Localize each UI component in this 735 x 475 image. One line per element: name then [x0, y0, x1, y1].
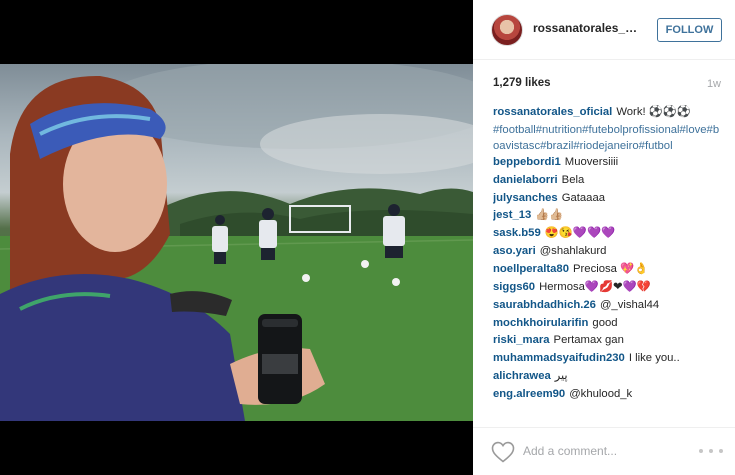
post-header: rossanatorales_oficial FOLLOW	[473, 0, 735, 60]
more-options-icon[interactable]	[699, 442, 723, 460]
follow-button[interactable]: FOLLOW	[657, 18, 722, 42]
comment-text: 👍🏼👍🏼	[535, 209, 564, 222]
more-dot	[699, 449, 703, 453]
post-details-panel: rossanatorales_oficial FOLLOW 1,279 like…	[473, 0, 735, 475]
list-item: mochkhoirularifin good	[493, 315, 725, 333]
comment-username[interactable]: siggs60	[493, 281, 535, 293]
post-media-area	[0, 0, 473, 475]
list-item: eng.alreem90 @khulood_k	[493, 386, 725, 404]
comment-username[interactable]: mochkhoirularifin	[493, 317, 588, 329]
caption-hashtags[interactable]: #football#nutrition#futebolprofissional#…	[493, 122, 725, 154]
comment-username[interactable]: saurabhdadhich.26	[493, 299, 596, 311]
comment-username[interactable]: jest_13	[493, 209, 531, 221]
comment-username[interactable]: danielaborri	[493, 174, 558, 186]
more-dot	[709, 449, 713, 453]
list-item: julysanches Gataaaa	[493, 190, 725, 208]
list-item: beppebordi1 Muoversiiii	[493, 154, 725, 172]
comment-text: Muoversiiii	[564, 155, 619, 168]
comment-text: Gataaaa	[561, 191, 606, 204]
list-item: riski_mara Pertamax gan	[493, 332, 725, 350]
comment-text: پیر	[554, 370, 568, 383]
comment-text: 😍😘💜💜💜	[544, 227, 616, 240]
comment-text: @khulood_k	[569, 387, 633, 400]
comment-text: Pertamax gan	[553, 334, 624, 347]
comment-text: I like you..	[628, 352, 680, 365]
caption-text: Work! ⚽⚽⚽	[616, 106, 691, 118]
comment-text: @_vishal44	[599, 298, 660, 311]
list-item: saurabhdadhich.26 @_vishal44	[493, 297, 725, 315]
list-item: aso.yari @shahlakurd	[493, 243, 725, 261]
list-item: siggs60 Hermosa💜💋❤💜💔	[493, 279, 725, 297]
comments-list: rossanatorales_oficial Work! ⚽⚽⚽ #footbal…	[493, 104, 725, 424]
comment-username[interactable]: noellperalta80	[493, 263, 569, 275]
post-username[interactable]: rossanatorales_oficial	[533, 21, 643, 35]
comment-username[interactable]: alichrawea	[493, 370, 551, 382]
comment-username[interactable]: muhammadsyaifudin230	[493, 352, 625, 364]
list-item: muhammadsyaifudin230 I like you..	[493, 350, 725, 368]
comment-text: Hermosa💜💋❤💜💔	[539, 280, 651, 293]
comment-text: good	[592, 316, 618, 329]
comment-text: Bela	[561, 173, 585, 186]
comment-username[interactable]: riski_mara	[493, 334, 550, 346]
list-item: alichrawea پیر	[493, 368, 725, 386]
list-item: noellperalta80 Preciosa 💖👌	[493, 261, 725, 279]
comment-username[interactable]: beppebordi1	[493, 156, 561, 168]
comment-text: Preciosa 💖👌	[572, 262, 649, 275]
more-dot	[719, 449, 723, 453]
comment-username[interactable]: eng.alreem90	[493, 388, 565, 400]
list-item: sask.b59 😍😘💜💜💜	[493, 225, 725, 243]
comment-text: @shahlakurd	[539, 245, 607, 258]
post-photo[interactable]	[0, 64, 473, 421]
caption-username[interactable]: rossanatorales_oficial	[493, 106, 612, 118]
comment-username[interactable]: aso.yari	[493, 245, 536, 257]
comment-username[interactable]: sask.b59	[493, 227, 541, 239]
post-age[interactable]: 1w	[707, 78, 721, 90]
caption: rossanatorales_oficial Work! ⚽⚽⚽ #footbal…	[493, 104, 725, 154]
post-footer	[473, 427, 735, 475]
heart-outline-icon[interactable]	[491, 441, 515, 463]
photo-illustration	[0, 64, 473, 421]
list-item: danielaborri Bela	[493, 172, 725, 190]
comment-username[interactable]: julysanches	[493, 192, 558, 204]
add-comment-input[interactable]	[523, 442, 673, 460]
likes-count[interactable]: 1,279 likes	[493, 77, 551, 89]
avatar[interactable]	[491, 14, 523, 46]
list-item: jest_13 👍🏼👍🏼	[493, 207, 725, 225]
